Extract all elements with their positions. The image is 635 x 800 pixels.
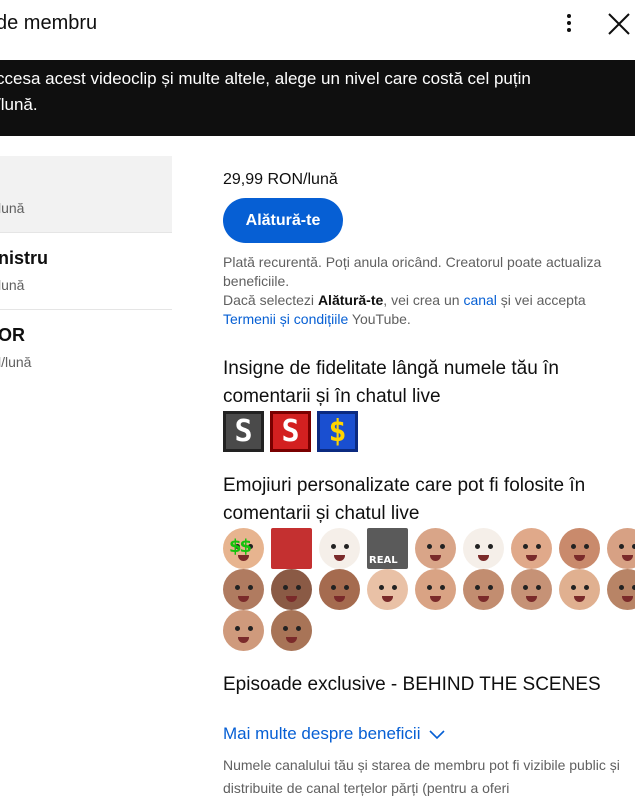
face-emoji-icon-2 <box>511 528 552 569</box>
face-emoji-icon-11 <box>511 569 552 610</box>
tier-list: lună nistru lună OR l/lună <box>0 156 172 387</box>
badge-icon-2: S <box>270 411 311 452</box>
face-emoji-icon-7 <box>319 569 360 610</box>
face-emoji-icon-6 <box>271 569 312 610</box>
close-icon <box>608 13 630 35</box>
legal-line-2: Dacă selectezi Alătură-te, vei crea un c… <box>223 292 586 327</box>
badge-icon-3: $ <box>317 411 358 452</box>
face-emoji-icon-5 <box>223 569 264 610</box>
face-emoji-icon-10 <box>463 569 504 610</box>
face-emoji-icon-15 <box>271 610 312 651</box>
dialog-header: de membru <box>0 0 635 60</box>
banner-text: ccesa acest videoclip și multe altele, a… <box>0 66 596 118</box>
dialog-title: de membru <box>0 12 98 34</box>
face-emoji-icon-4 <box>607 528 635 569</box>
exclusive-perk-title: Episoade exclusive - BEHIND THE SCENES <box>223 674 601 695</box>
real-emoji-icon: REAL <box>367 528 408 569</box>
legal-text: Plată recurentă. Poți anula oricând. Cre… <box>223 253 618 329</box>
face-emoji-icon-3 <box>559 528 600 569</box>
info-banner: ccesa acest videoclip și multe altele, a… <box>0 60 635 136</box>
badges-perk-title: Insigne de fidelitate lângă numele tău î… <box>223 358 559 407</box>
more-options-icon <box>567 14 571 18</box>
money-eyes-emoji-icon: $$ <box>223 528 264 569</box>
more-options-button[interactable] <box>556 10 582 36</box>
face-emoji-icon-14 <box>223 610 264 651</box>
banner-line-1: ccesa acest videoclip și multe altele, a… <box>0 69 531 88</box>
more-benefits-label: Mai multe despre beneficii <box>223 724 421 743</box>
emoji-label: REAL <box>369 555 398 566</box>
tier-price-label: 29,99 RON/lună <box>223 171 338 188</box>
badge-icon-1: S <box>223 411 264 452</box>
cartoon-emoji-icon <box>319 528 360 569</box>
money-eyes-glyph: $$ <box>229 536 252 557</box>
join-button[interactable]: Alătură-te <box>223 198 343 243</box>
banner-line-2: /lună. <box>0 95 38 114</box>
badge-list: S S $ <box>223 411 358 452</box>
face-emoji-icon-9 <box>415 569 456 610</box>
face-emoji-icon <box>415 528 456 569</box>
emoji-grid: $$ REAL <box>223 528 635 651</box>
more-benefits-link[interactable]: Mai multe despre beneficii <box>223 724 446 744</box>
cartoon-emoji-icon-2 <box>463 528 504 569</box>
tier-name: OR <box>0 325 25 345</box>
channel-link[interactable]: canal <box>463 292 496 308</box>
tier-name: nistru <box>0 248 49 268</box>
legal-line-1: Plată recurentă. Poți anula oricând. Cre… <box>223 254 602 289</box>
face-emoji-icon-12 <box>559 569 600 610</box>
face-emoji-icon-8 <box>367 569 408 610</box>
privacy-footnote: Numele canalului tău și starea de membru… <box>223 757 620 796</box>
legal-bold: Alătură-te <box>317 292 384 308</box>
close-button[interactable] <box>603 8 635 40</box>
tier-price: l/lună <box>0 354 32 370</box>
tier-item-2[interactable]: nistru lună <box>0 233 172 310</box>
terms-link[interactable]: Termenii și condițiile <box>223 311 348 327</box>
tier-item-1[interactable]: lună <box>0 156 172 233</box>
tier-price: lună <box>0 277 25 293</box>
flag-emoji-icon <box>271 528 312 569</box>
emoji-perk-title: Emojiuri personalizate care pot fi folos… <box>223 475 586 524</box>
chevron-down-icon <box>429 730 446 740</box>
tier-item-3[interactable]: OR l/lună <box>0 310 172 387</box>
face-emoji-icon-13 <box>607 569 635 610</box>
tier-price: lună <box>0 200 25 216</box>
